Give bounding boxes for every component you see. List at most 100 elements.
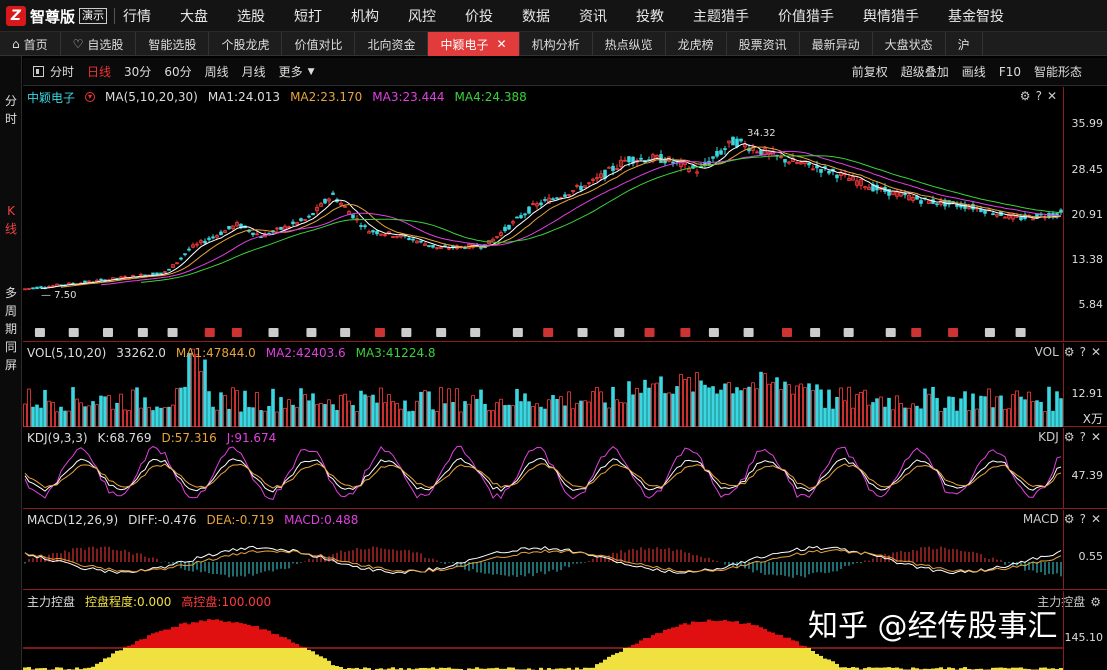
menu-item[interactable]: 选股: [237, 6, 265, 26]
chevron-down-icon[interactable]: ▼: [308, 67, 315, 77]
tool-button[interactable]: F10: [999, 65, 1021, 79]
kline-view[interactable]: K线: [0, 202, 22, 238]
macd-value: MACD:0.488: [284, 513, 359, 527]
dropdown-icon[interactable]: ▾: [85, 92, 96, 102]
control-bar-high: [735, 621, 739, 648]
menu-item[interactable]: 投教: [636, 6, 664, 26]
tool-button[interactable]: 画线: [962, 63, 986, 80]
tab[interactable]: 价值对比: [282, 32, 356, 56]
tool-button[interactable]: 智能形态: [1034, 63, 1082, 80]
close-icon[interactable]: ✕: [497, 37, 507, 51]
control-bar-high: [771, 632, 775, 648]
menu-item[interactable]: 资讯: [579, 6, 607, 26]
volume-bar: [63, 410, 67, 427]
control-bar-low: [123, 648, 127, 670]
menu-item[interactable]: 短打: [294, 6, 322, 26]
kline-chart[interactable]: 34.32 — 7.50: [23, 87, 1063, 342]
volume-bar: [51, 401, 55, 427]
help-icon[interactable]: ?: [1036, 89, 1042, 103]
candle-body: [507, 224, 511, 230]
volume-bar: [119, 393, 123, 427]
control-bar-high: [675, 626, 679, 648]
tab[interactable]: 北向资金: [355, 32, 429, 56]
candle-body: [151, 272, 155, 276]
period-button[interactable]: 周线: [205, 63, 229, 80]
volume-bar: [687, 377, 691, 427]
tab[interactable]: 热点纵览: [593, 32, 666, 56]
tab[interactable]: 智能选股: [136, 32, 210, 56]
event-marker-icon: [167, 328, 178, 337]
menu-item[interactable]: 数据: [522, 6, 550, 26]
volume-bar: [351, 405, 355, 427]
close-icon[interactable]: ✕: [1047, 89, 1057, 103]
menu-item[interactable]: 价值猎手: [778, 6, 834, 26]
volume-panel[interactable]: VOL(5,10,20) 33262.0 MA1:47844.0 MA2:424…: [23, 343, 1107, 427]
control-bar-high: [131, 644, 135, 648]
candle-body: [539, 202, 543, 206]
price-axis: 35.99 28.45 20.91 13.38 5.84: [1063, 87, 1107, 341]
control-bar-low: [691, 648, 695, 670]
tab[interactable]: 股票资讯: [727, 32, 800, 56]
volume-bar: [39, 407, 43, 427]
control-bar-low: [331, 665, 335, 670]
volume-bar: [511, 405, 515, 427]
layout-toggle-icon[interactable]: [33, 66, 44, 77]
volume-bar: [563, 405, 567, 427]
control-bar-low: [107, 657, 111, 670]
volume-bar: [443, 403, 447, 427]
kline-panel[interactable]: 34.32 — 7.50 中颖电子 ▾ MA(5,10,20,30) MA1:24…: [23, 87, 1107, 342]
volume-bar: [615, 399, 619, 427]
volume-bar: [195, 354, 199, 427]
menu-item[interactable]: 大盘: [180, 6, 208, 26]
control-bar-low: [263, 648, 267, 670]
menu-item[interactable]: 基金智投: [948, 6, 1004, 26]
volume-bar: [379, 387, 383, 427]
time-share-view[interactable]: 分时: [0, 92, 22, 128]
settings-icon[interactable]: ⚙: [1020, 89, 1031, 103]
candle-body: [527, 206, 531, 214]
tab[interactable]: 最新异动: [800, 32, 873, 56]
period-button[interactable]: 分时: [50, 63, 74, 80]
tab[interactable]: 沪: [946, 32, 983, 56]
tab[interactable]: 机构分析: [520, 32, 593, 56]
menu-item[interactable]: 主题猎手: [693, 6, 749, 26]
volume-bar: [371, 394, 375, 427]
tab[interactable]: 大盘状态: [873, 32, 946, 56]
stock-name[interactable]: 中颖电子: [27, 89, 75, 106]
macd-panel[interactable]: MACD(12,26,9) DIFF:-0.476 DEA:-0.719 MAC…: [23, 510, 1107, 590]
tab[interactable]: 个股龙虎: [209, 32, 283, 56]
control-bar-high: [203, 621, 207, 648]
control-bar-high: [739, 623, 743, 648]
tool-button[interactable]: 超级叠加: [901, 63, 949, 80]
tab[interactable]: 中颖电子 ✕: [428, 32, 520, 56]
volume-bar: [691, 391, 695, 427]
control-bar-low: [655, 648, 659, 670]
event-marker-icon: [984, 328, 995, 337]
control-bar-high: [179, 623, 183, 648]
volume-bar: [319, 402, 323, 427]
tab[interactable]: ⌂ 首页: [0, 32, 61, 56]
menu-item[interactable]: 风控: [408, 6, 436, 26]
period-button[interactable]: 更多: [279, 63, 303, 80]
menu-item[interactable]: 价投: [465, 6, 493, 26]
multi-period-view[interactable]: 多周期同屏: [0, 284, 22, 374]
control-bar-low: [219, 648, 223, 670]
volume-bar: [287, 399, 291, 427]
control-bar-high: [647, 638, 651, 648]
volume-bar: [771, 381, 775, 427]
tab[interactable]: ♡ 自选股: [61, 32, 137, 56]
period-button[interactable]: 30分: [124, 63, 151, 80]
control-bar-low: [831, 661, 835, 670]
kdj-panel[interactable]: KDJ(9,3,3) K:68.769 D:57.316 J:91.674 KD…: [23, 428, 1107, 509]
menu-item[interactable]: 机构: [351, 6, 379, 26]
period-button[interactable]: 60分: [164, 63, 191, 80]
control-bar-low: [715, 648, 719, 670]
period-button[interactable]: 日线: [87, 63, 111, 80]
volume-bar: [755, 388, 759, 427]
menu-item[interactable]: 行情: [123, 6, 151, 26]
period-button[interactable]: 月线: [242, 63, 266, 80]
menu-item[interactable]: 舆情猎手: [863, 6, 919, 26]
volume-bar: [327, 399, 331, 427]
tool-button[interactable]: 前复权: [852, 63, 888, 80]
tab[interactable]: 龙虎榜: [666, 32, 727, 56]
